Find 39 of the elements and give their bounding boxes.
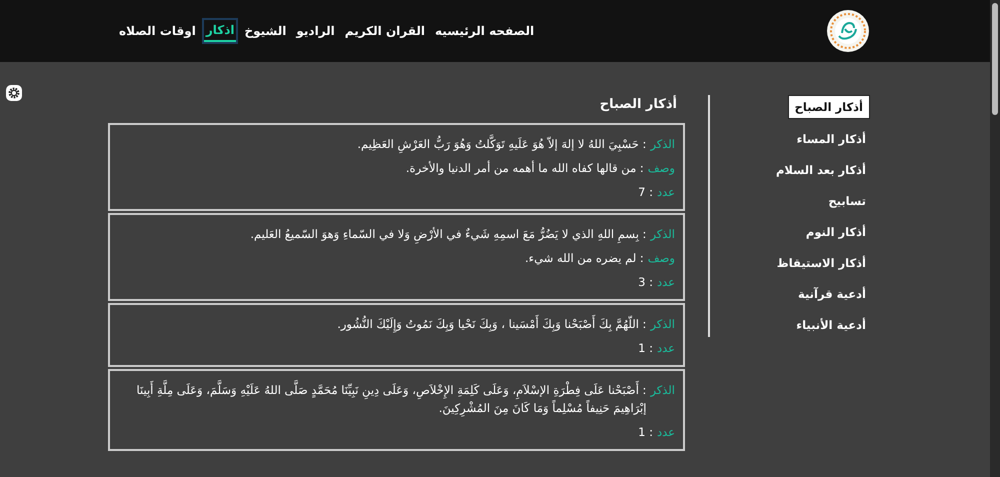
field-text: : 3 (637, 274, 653, 291)
field-label: عدد (656, 424, 675, 441)
sidebar-item[interactable]: أدعية قرآنية (794, 283, 870, 305)
sidebar-item[interactable]: أذكار الصباح (788, 95, 870, 119)
field-text: : أَصْبَحْنا عَلَى فِطْرَةِ الإسْلاَمِ، وَعَلَى كَلِمَةِ الإِخْلاَصِ، وَعَلَى دِينِ نَبِيِّنَا مُحَمَّدٍ صَلَّى اللهُ عَلَيْهِ وَسَلَّمَ، وَعَلَى مِلَّةِ أَبِينَا إبْرَاهِيمَ حَنِيفاً مُسْلِماً وَمَا كَانَ مِنَ المُشْرِكِينَ. (118, 381, 646, 417)
field-label: عدد (656, 274, 675, 291)
field-text: : لم يضره من الله شيء. (524, 250, 644, 267)
nav-link[interactable]: القران الكريم (342, 21, 428, 41)
sidebar-item[interactable]: أذكار بعد السلام (772, 159, 870, 181)
field-label: الذكر (650, 136, 675, 153)
field-text: : 1 (637, 424, 653, 441)
field-text: : اللّهُمَّ بِكَ أَصْبَحْنا وَبِكَ أَمْسَينا ، وَبِكَ نَحْيا وَبِكَ نَمُوتُ وَإِلَيْكَ النُّشُور. (336, 315, 646, 333)
nav-link[interactable]: اوقات الصلاه (117, 21, 198, 41)
field-label: الذكر (650, 226, 675, 243)
settings-icon[interactable] (6, 85, 22, 101)
field-text: : من قالها كفاه الله ما أهمه من أمر الدنيا والأخرة. (404, 160, 644, 177)
field-label: الذكر (650, 316, 675, 333)
sidebar-item[interactable]: أذكار الاستيقاظ (772, 252, 870, 274)
field-text: : 1 (637, 340, 653, 357)
field-label: وصف (648, 250, 675, 267)
scrollbar-thumb[interactable] (992, 3, 998, 115)
field-text: : حَسْبِيَ اللهُ لا إلهَ إلاّ هُوَ عَلَيهِ تَوَكَّلتُ وَهُوَ رَبُّ العَرْشِ العَظِيم. (118, 135, 646, 153)
sidebar-item[interactable]: أدعية الأنبياء (792, 314, 870, 336)
field-label: الذكر (650, 382, 675, 399)
field-text: : بِسمِ اللهِ الذي لا يَضُرُّ مَعَ اسمِهِ شَيءٌ في الأرْضِ وَلا في السّماءِ وَهوَ السّميعُ العَليم. (118, 225, 646, 243)
field-label: عدد (656, 184, 675, 201)
field-label: وصف (648, 160, 675, 177)
logo-icon[interactable] (826, 9, 870, 53)
field-label: عدد (656, 340, 675, 357)
nav-link[interactable]: الصفحه الرئيسيه (433, 21, 536, 41)
scrollbar[interactable] (990, 0, 1000, 477)
sidebar-item[interactable]: أذكار المساء (792, 128, 870, 150)
nav-link[interactable]: الشيوخ (242, 21, 288, 41)
nav-link[interactable]: الراديو (294, 21, 337, 41)
nav-link[interactable]: اذكار (204, 20, 236, 42)
sidebar-item[interactable]: أذكار النوم (802, 221, 870, 243)
sidebar-item[interactable]: تسابيح (824, 190, 870, 212)
section-title: أذكار الصباح (598, 95, 677, 114)
field-text: : 7 (637, 184, 653, 201)
